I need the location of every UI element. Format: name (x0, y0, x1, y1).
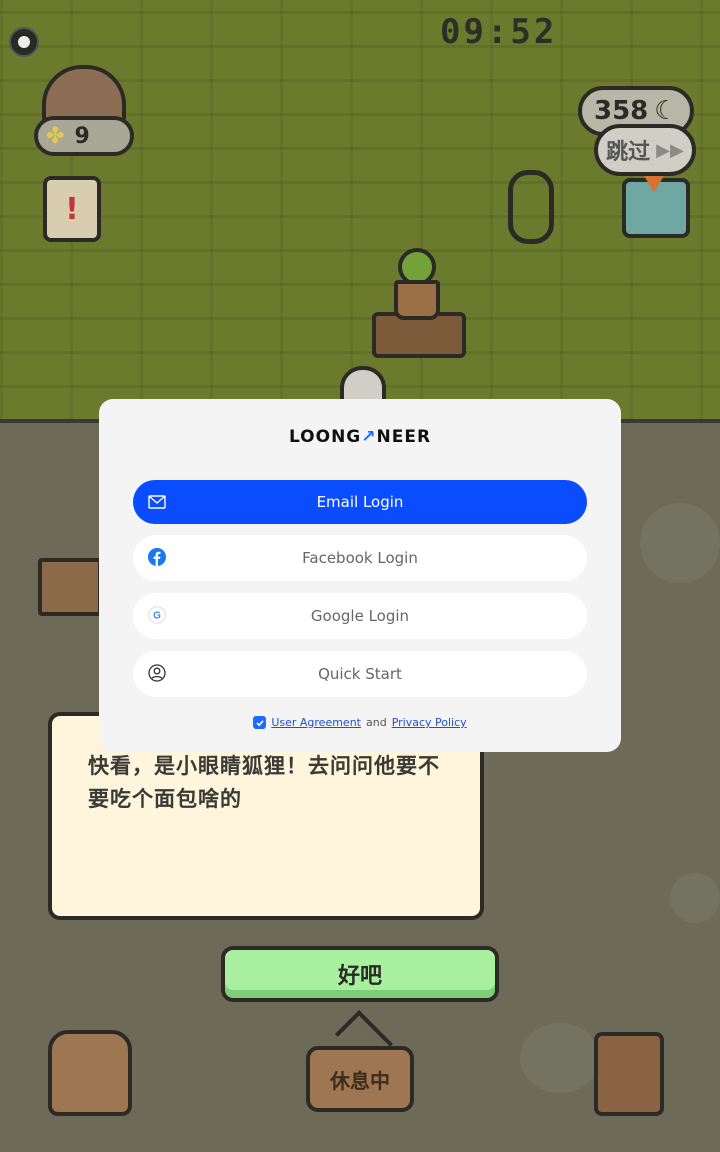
brand-right: NEER (376, 427, 432, 447)
user-agreement-link[interactable]: User Agreement (271, 716, 361, 729)
brand-mark-icon: ↗ (361, 427, 377, 447)
moon-count: 358 (594, 96, 649, 126)
brand-left: LOONG (288, 427, 362, 447)
ok-label: 好吧 (337, 964, 382, 989)
quick-start-button[interactable]: Quick Start (133, 651, 587, 697)
brick-wall (0, 0, 720, 422)
google-login-button[interactable]: G Google Login (133, 593, 587, 639)
quick-start-label: Quick Start (318, 665, 402, 683)
brand-logo: LOONG↗NEER (0, 427, 720, 447)
ok-button[interactable]: 好吧 (221, 946, 499, 1002)
email-login-label: Email Login (316, 493, 404, 511)
user-icon (147, 663, 167, 683)
facebook-icon (147, 547, 167, 567)
facebook-login-label: Facebook Login (302, 549, 418, 567)
bench (38, 558, 102, 616)
rest-sign-label: 休息中 (330, 1068, 390, 1093)
record-dot-button[interactable] (9, 27, 39, 57)
facebook-login-button[interactable]: Facebook Login (133, 535, 587, 581)
book-icon[interactable] (594, 1032, 664, 1116)
terms-conjunction: and (366, 716, 387, 729)
hanging-lamp (508, 170, 554, 244)
map-icon[interactable] (622, 176, 690, 238)
google-login-label: Google Login (310, 607, 410, 625)
clover-count: 9 (74, 123, 90, 149)
floor-spot (670, 873, 720, 923)
skip-button[interactable]: 跳过 ▶▶ (594, 124, 696, 176)
rest-sign-button[interactable]: 休息中 (306, 1046, 414, 1112)
backpack-icon[interactable] (48, 1030, 132, 1116)
google-icon: G (147, 605, 167, 625)
email-login-button[interactable]: Email Login (133, 480, 587, 524)
skip-label: 跳过 (606, 140, 651, 165)
cactus-plant (394, 248, 440, 320)
task-clipboard-icon[interactable]: ! (43, 176, 101, 242)
moon-icon: ☾ (654, 96, 678, 126)
clover-icon: ✤ (46, 123, 65, 149)
clover-counter: ✤ 9 (34, 116, 134, 156)
mail-icon (147, 492, 167, 512)
terms-row: User Agreement and Privacy Policy (0, 716, 720, 729)
fast-forward-icon: ▶▶ (656, 139, 684, 161)
floor-spot (640, 503, 720, 583)
cactus-pot (394, 280, 440, 320)
terms-checkbox[interactable] (253, 716, 267, 729)
svg-text:G: G (153, 611, 161, 622)
privacy-policy-link[interactable]: Privacy Policy (392, 716, 467, 729)
dialogue-text: 快看，是小眼睛狐狸！去问问他要不要吃个面包啥的 (88, 754, 440, 811)
clock-display: 09:52 (440, 12, 558, 52)
floor-spot (520, 1023, 600, 1093)
